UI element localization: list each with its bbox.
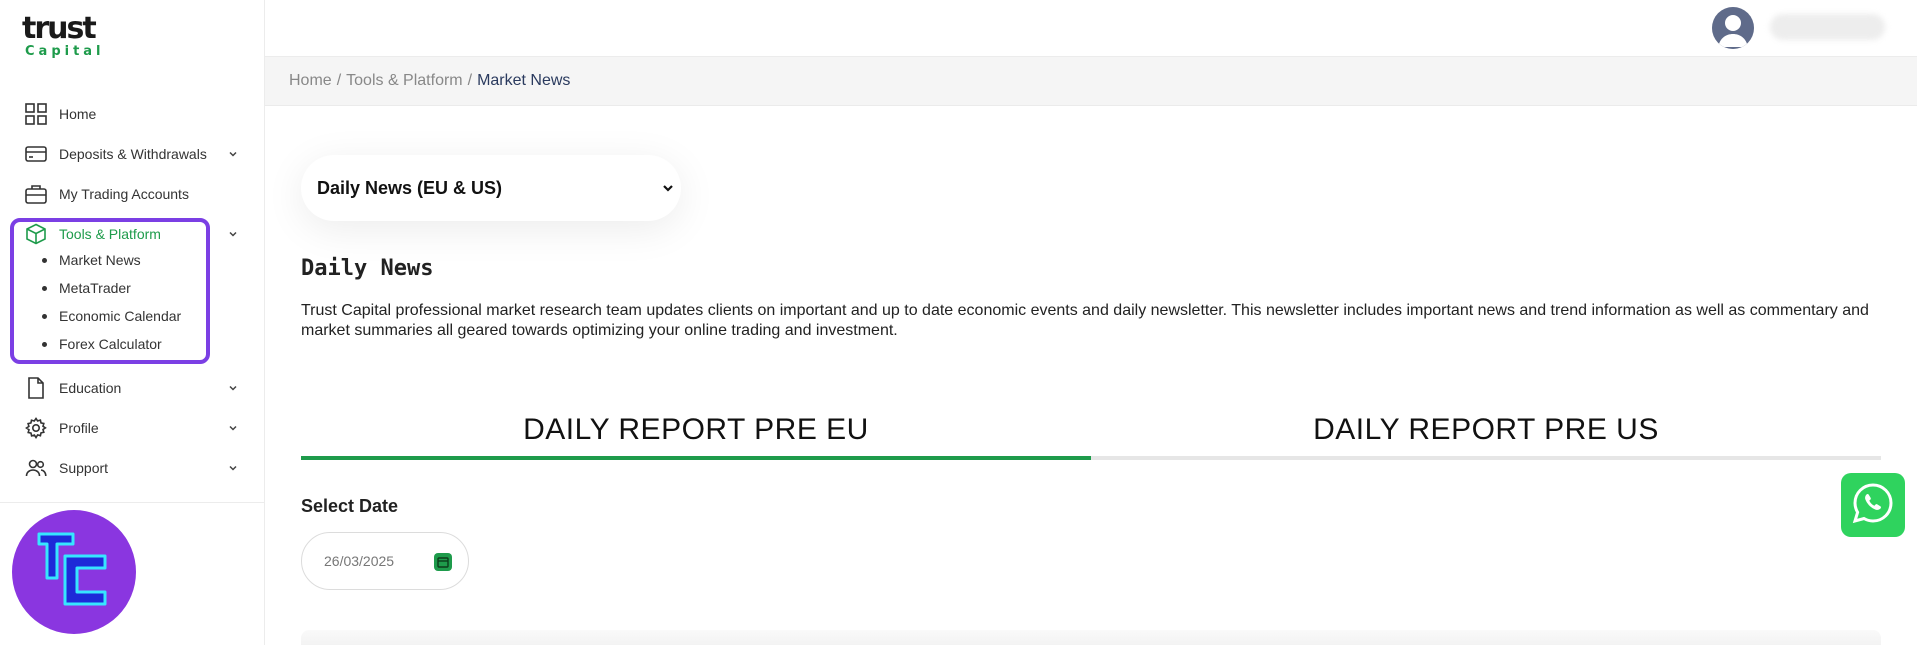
news-type-select[interactable]: Daily News (EU & US) xyxy=(301,155,681,221)
date-value: 26/03/2025 xyxy=(324,553,395,569)
sidebar-item-label: My Trading Accounts xyxy=(59,186,189,202)
date-field[interactable]: 26/03/2025 xyxy=(301,532,469,590)
logo-subtitle: Capital xyxy=(25,44,105,59)
tc-logo-badge xyxy=(12,510,136,634)
sidebar-item-label: Home xyxy=(59,106,97,122)
breadcrumb: Home / Tools & Platform / Market News xyxy=(265,57,1917,106)
breadcrumb-current: Market News xyxy=(477,72,571,89)
document-icon xyxy=(24,376,48,400)
sidebar-item-trading-accounts[interactable]: My Trading Accounts xyxy=(0,176,265,212)
sidebar-item-deposits[interactable]: Deposits & Withdrawals xyxy=(0,136,265,172)
sidebar-item-support[interactable]: Support xyxy=(0,450,265,486)
highlight-box xyxy=(10,218,210,364)
chevron-down-icon xyxy=(226,461,240,475)
breadcrumb-section[interactable]: Tools & Platform xyxy=(346,72,462,90)
tab-label: DAILY REPORT PRE US xyxy=(1313,413,1659,446)
avatar[interactable] xyxy=(1712,7,1754,49)
sidebar-item-label: Deposits & Withdrawals xyxy=(59,146,207,162)
whatsapp-icon xyxy=(1851,481,1895,530)
chevron-down-icon xyxy=(226,421,240,435)
sidebar-item-label: Profile xyxy=(59,420,99,436)
page-description: Trust Capital professional market resear… xyxy=(301,302,1869,339)
tab-daily-report-pre-us[interactable]: DAILY REPORT PRE US xyxy=(1091,400,1881,460)
tab-inactive-indicator xyxy=(1091,456,1881,460)
select-date-label: Select Date xyxy=(301,496,399,516)
news-type-selected: Daily News (EU & US) xyxy=(317,177,503,198)
calendar-icon[interactable] xyxy=(434,553,452,571)
sidebar-item-home[interactable]: Home xyxy=(0,96,265,132)
tab-label: DAILY REPORT PRE EU xyxy=(523,413,869,446)
sidebar-item-label: Support xyxy=(59,460,109,476)
grid-icon xyxy=(24,102,48,126)
logo-wordmark: trust xyxy=(22,11,97,46)
sidebar-item-label: Education xyxy=(59,380,122,396)
breadcrumb-separator: / xyxy=(467,72,473,89)
content-card-edge xyxy=(301,630,1881,645)
whatsapp-button[interactable] xyxy=(1841,473,1905,537)
chevron-down-icon xyxy=(226,147,240,161)
user-name-obscured xyxy=(1770,14,1885,40)
logo[interactable]: trust Capital xyxy=(22,11,105,60)
divider xyxy=(0,502,265,503)
tab-daily-report-pre-eu[interactable]: DAILY REPORT PRE EU xyxy=(301,400,1091,460)
users-icon xyxy=(24,456,48,480)
page-title: Daily News xyxy=(301,256,434,281)
chevron-down-icon xyxy=(226,227,240,241)
sidebar-item-education[interactable]: Education xyxy=(0,370,265,406)
tab-active-indicator xyxy=(301,456,1091,460)
top-header xyxy=(265,0,1917,57)
briefcase-icon xyxy=(24,182,48,206)
gear-icon xyxy=(24,416,48,440)
sidebar: trust Capital Home Deposits & Withdrawal… xyxy=(0,0,265,645)
breadcrumb-home[interactable]: Home xyxy=(289,72,332,90)
credit-card-icon xyxy=(24,142,48,166)
breadcrumb-separator: / xyxy=(336,72,342,89)
sidebar-item-profile[interactable]: Profile xyxy=(0,410,265,446)
chevron-down-icon xyxy=(661,179,675,200)
chevron-down-icon xyxy=(226,381,240,395)
